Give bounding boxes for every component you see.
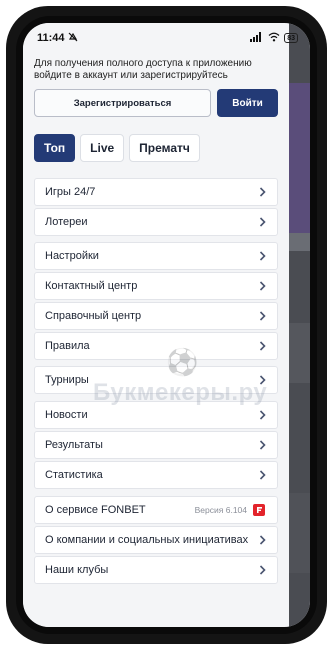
menu-item-contact-center[interactable]: Контактный центр: [34, 272, 278, 300]
side-menu-drawer: 11:44 Для получения полного доступа к пр…: [23, 23, 289, 627]
menu-item-label: Результаты: [45, 439, 103, 451]
menu-group-info: Настройки Контактный центр Справочный це…: [34, 242, 278, 360]
menu-group-news: Новости Результаты Статистика: [34, 401, 278, 489]
menu-item-our-clubs[interactable]: Наши клубы: [34, 556, 278, 584]
tab-live[interactable]: Live: [80, 134, 125, 162]
chevron-right-icon: [257, 187, 267, 197]
menu-item-label: Статистика: [45, 469, 103, 481]
menu-item-label: Правила: [45, 340, 90, 352]
menu-item-label: Лотереи: [45, 216, 88, 228]
auth-prompt: Для получения полного доступа к приложен…: [34, 58, 252, 81]
chevron-right-icon: [257, 440, 267, 450]
menu-item-label: О компании и социальных инициативах: [45, 534, 249, 546]
menu-item-label: Настройки: [45, 250, 99, 262]
chevron-right-icon: [257, 341, 267, 351]
chevron-right-icon: [257, 565, 267, 575]
menu-item-lotteries[interactable]: Лотереи: [34, 208, 278, 236]
menu-item-settings[interactable]: Настройки: [34, 242, 278, 270]
chevron-right-icon: [257, 311, 267, 321]
menu-group-games: Игры 24/7 Лотереи: [34, 178, 278, 236]
sport-tabs: Топ Live Прематч: [34, 134, 200, 162]
menu-item-label: О сервисе FONBET: [45, 504, 146, 516]
menu-item-label: Справочный центр: [45, 310, 142, 322]
menu-item-help-center[interactable]: Справочный центр: [34, 302, 278, 330]
menu-item-statistics[interactable]: Статистика: [34, 461, 278, 489]
chevron-right-icon: [257, 410, 267, 420]
menu-group-about: О сервисе FONBET Версия 6.104 О компании…: [34, 496, 278, 584]
menu-item-label: Турниры: [45, 374, 89, 386]
app-version: Версия 6.104: [194, 505, 247, 515]
tab-prematch[interactable]: Прематч: [129, 134, 200, 162]
menu-item-news[interactable]: Новости: [34, 401, 278, 429]
menu-item-about-service[interactable]: О сервисе FONBET Версия 6.104: [34, 496, 278, 524]
chevron-right-icon: [257, 470, 267, 480]
fonbet-logo-icon: [253, 504, 265, 516]
register-button[interactable]: Зарегистрироваться: [34, 89, 211, 117]
menu-item-games-24-7[interactable]: Игры 24/7: [34, 178, 278, 206]
menu-item-label: Наши клубы: [45, 564, 109, 576]
menu-item-rules[interactable]: Правила: [34, 332, 278, 360]
menu-item-results[interactable]: Результаты: [34, 431, 278, 459]
menu-item-company-social[interactable]: О компании и социальных инициативах: [34, 526, 278, 554]
menu-item-label: Контактный центр: [45, 280, 138, 292]
mute-icon: [68, 32, 78, 45]
chevron-right-icon: [257, 375, 267, 385]
tab-top[interactable]: Топ: [34, 134, 76, 162]
chevron-right-icon: [257, 217, 267, 227]
status-bar: 11:44: [23, 23, 289, 53]
menu-item-tournaments[interactable]: Турниры: [34, 366, 278, 394]
chevron-right-icon: [257, 251, 267, 261]
phone-screen: 11:44 Для получения полного доступа к пр…: [23, 23, 310, 627]
chevron-right-icon: [257, 281, 267, 291]
login-button[interactable]: Войти: [217, 89, 278, 117]
menu-item-label: Новости: [45, 409, 88, 421]
chevron-right-icon: [257, 535, 267, 545]
menu-group-tournaments: Турниры: [34, 366, 278, 394]
status-time: 11:44: [37, 32, 65, 44]
menu-item-label: Игры 24/7: [45, 186, 96, 198]
